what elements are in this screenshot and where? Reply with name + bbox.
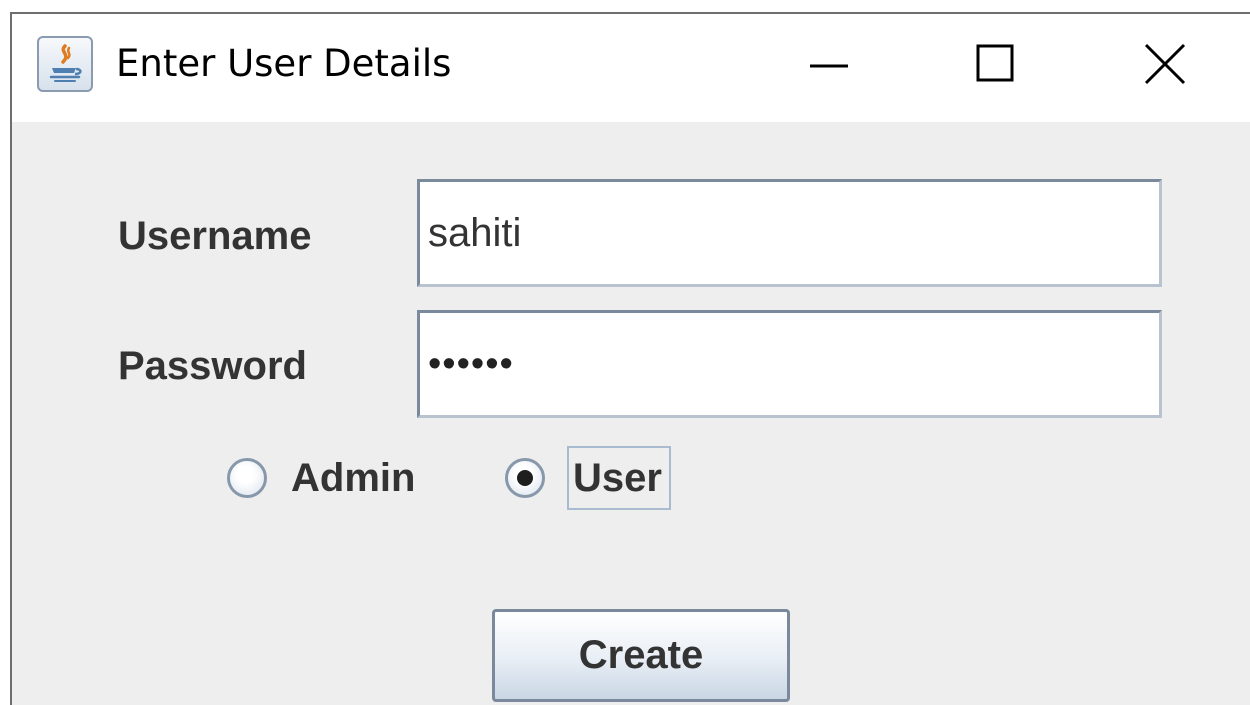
radio-user[interactable]: User [505, 444, 705, 514]
create-button[interactable]: Create [492, 609, 790, 702]
username-label: Username [118, 214, 312, 258]
radio-selected-dot [517, 470, 533, 486]
password-field[interactable]: •••••• [417, 310, 1162, 418]
radio-admin-circle[interactable] [227, 458, 267, 498]
close-icon[interactable] [1120, 28, 1210, 98]
java-app-icon [37, 36, 93, 92]
username-input[interactable]: sahiti [417, 179, 1162, 287]
password-label: Password [118, 344, 307, 388]
dialog-window: Enter User Details Username sahiti Passw… [10, 12, 1250, 705]
radio-user-circle[interactable] [505, 458, 545, 498]
window-title: Enter User Details [116, 42, 452, 85]
title-bar[interactable]: Enter User Details [12, 14, 1250, 122]
radio-user-label[interactable]: User [573, 456, 662, 501]
maximize-icon[interactable] [950, 28, 1040, 98]
radio-admin-label[interactable]: Admin [291, 456, 415, 501]
radio-admin[interactable]: Admin [227, 444, 447, 514]
minimize-icon[interactable] [784, 28, 874, 98]
